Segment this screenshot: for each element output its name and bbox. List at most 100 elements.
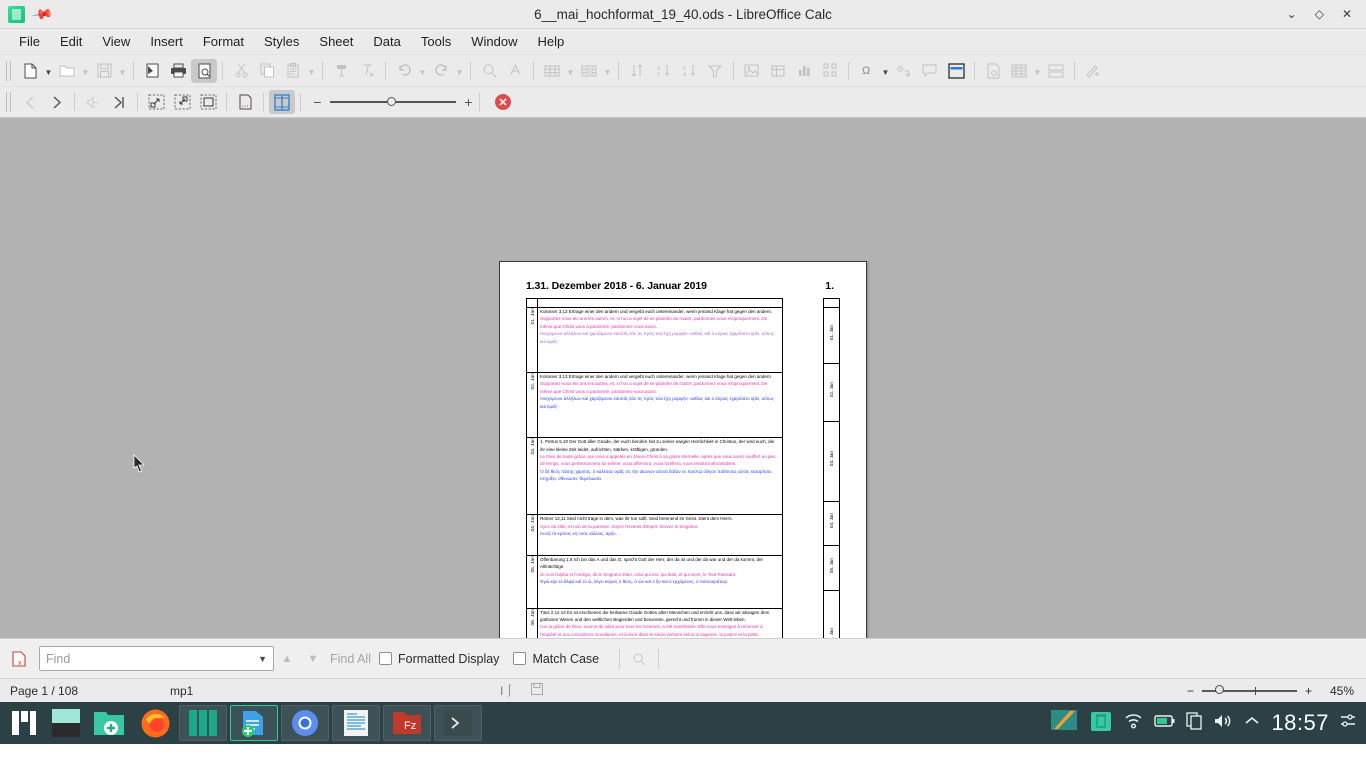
manjaro-settings-window[interactable] [179, 705, 227, 741]
status-zoom-in-button[interactable]: + [1305, 684, 1312, 698]
chromium-window[interactable] [281, 705, 329, 741]
preview-toolbar-grip[interactable] [6, 92, 11, 112]
document-window[interactable] [332, 705, 380, 741]
display-icon[interactable] [1050, 709, 1078, 738]
menu-styles[interactable]: Styles [254, 31, 309, 52]
insert-object-icon[interactable] [817, 59, 843, 83]
zoom-percentage[interactable]: 45% [1320, 684, 1354, 698]
single-page-preview-icon[interactable] [232, 90, 258, 114]
file-manager-icon[interactable] [87, 705, 131, 741]
text-selection-icon[interactable]: I⎰ [500, 682, 515, 699]
column-caret[interactable]: ▼ [602, 59, 613, 83]
search-input[interactable] [46, 652, 258, 666]
find-replace-icon[interactable] [476, 59, 502, 83]
close-preview-button[interactable]: ✕ [495, 94, 511, 110]
terminal-window[interactable] [434, 705, 482, 741]
find-and-replace-icon[interactable] [626, 647, 652, 671]
menu-data[interactable]: Data [363, 31, 410, 52]
redo-icon[interactable] [428, 59, 454, 83]
menu-help[interactable]: Help [527, 31, 574, 52]
match-case-checkbox[interactable] [513, 652, 526, 665]
open-folder-icon[interactable] [54, 59, 80, 83]
match-case-label[interactable]: Match Case [532, 652, 599, 666]
save-icon[interactable] [91, 59, 117, 83]
print-area-caret[interactable]: ▼ [1032, 59, 1043, 83]
print-icon[interactable] [165, 59, 191, 83]
manjaro-menu-icon[interactable] [3, 705, 45, 741]
redo-caret[interactable]: ▼ [454, 59, 465, 83]
insert-comment-icon[interactable] [917, 59, 943, 83]
menu-window[interactable]: Window [461, 31, 527, 52]
pin-icon[interactable]: 📌 [32, 3, 54, 24]
find-next-icon[interactable]: ▼ [300, 647, 326, 671]
paste-caret[interactable]: ▼ [306, 59, 317, 83]
copy-icon[interactable] [254, 59, 280, 83]
print-preview-icon[interactable] [191, 59, 217, 83]
filezilla-window[interactable]: Fz [383, 705, 431, 741]
menu-sheet[interactable]: Sheet [309, 31, 363, 52]
spelling-icon[interactable] [502, 59, 528, 83]
split-window-icon[interactable] [1043, 59, 1069, 83]
preview-zoom-out-button[interactable]: − [312, 94, 323, 110]
desktop-preview-icon[interactable] [48, 705, 84, 741]
status-zoom-out-button[interactable]: − [1187, 684, 1194, 698]
clipboard-icon[interactable] [1186, 712, 1202, 735]
close-findbar-icon[interactable]: x [7, 647, 31, 671]
menu-insert[interactable]: Insert [140, 31, 193, 52]
export-pdf-icon[interactable] [139, 59, 165, 83]
close-icon[interactable]: ✕ [1342, 7, 1352, 21]
insert-image-icon[interactable] [739, 59, 765, 83]
column-icon[interactable] [576, 59, 602, 83]
book-preview-icon[interactable] [269, 90, 295, 114]
battery-icon[interactable] [1154, 714, 1175, 733]
sort-za-icon[interactable]: za [676, 59, 702, 83]
undo-caret[interactable]: ▼ [417, 59, 428, 83]
autofilter-icon[interactable] [702, 59, 728, 83]
toolbar-grip[interactable] [6, 61, 11, 81]
menu-tools[interactable]: Tools [411, 31, 461, 52]
headers-footers-icon[interactable] [980, 59, 1006, 83]
previous-page-icon[interactable] [17, 90, 43, 114]
volume-icon[interactable] [1213, 713, 1233, 734]
show-hidden-icons-icon[interactable] [1244, 714, 1260, 732]
first-page-icon[interactable] [80, 90, 106, 114]
save-caret[interactable]: ▼ [117, 59, 128, 83]
minimize-icon[interactable]: ⌄ [1287, 7, 1297, 21]
paste-icon[interactable] [280, 59, 306, 83]
undo-icon[interactable] [391, 59, 417, 83]
last-page-icon[interactable] [106, 90, 132, 114]
status-zoom-knob[interactable] [1215, 685, 1224, 694]
zoom-in-icon[interactable] [143, 90, 169, 114]
insert-hyperlink-icon[interactable] [891, 59, 917, 83]
firefox-icon[interactable] [134, 705, 176, 741]
trash-icon[interactable] [1089, 709, 1113, 738]
menu-format[interactable]: Format [193, 31, 254, 52]
row-icon[interactable] [539, 59, 565, 83]
draw-functions-icon[interactable] [1080, 59, 1106, 83]
row-caret[interactable]: ▼ [565, 59, 576, 83]
sort-az-icon[interactable]: az [650, 59, 676, 83]
find-all-button[interactable]: Find All [330, 652, 371, 666]
document-modified-icon[interactable] [531, 683, 543, 698]
zoom-out-icon[interactable] [169, 90, 195, 114]
cut-icon[interactable] [228, 59, 254, 83]
find-previous-icon[interactable]: ▲ [274, 647, 300, 671]
wifi-icon[interactable] [1124, 713, 1143, 734]
freeze-rows-columns-icon[interactable] [943, 59, 969, 83]
menu-file[interactable]: File [9, 31, 50, 52]
special-character-caret[interactable]: ▼ [880, 59, 891, 83]
settings-sliders-icon[interactable] [1340, 713, 1356, 734]
sort-ascending-icon[interactable] [624, 59, 650, 83]
full-screen-icon[interactable] [195, 90, 221, 114]
preview-zoom-slider[interactable]: − + [312, 94, 474, 110]
preview-zoom-knob[interactable] [387, 97, 396, 106]
maximize-icon[interactable]: ◇ [1315, 7, 1324, 21]
libreoffice-calc-window[interactable] [230, 705, 278, 741]
menu-view[interactable]: View [92, 31, 140, 52]
open-folder-caret[interactable]: ▼ [80, 59, 91, 83]
pivot-table-icon[interactable] [765, 59, 791, 83]
status-zoom-track[interactable] [1202, 690, 1297, 692]
chevron-down-icon[interactable]: ▼ [258, 654, 267, 664]
clear-formatting-icon[interactable] [354, 59, 380, 83]
next-page-icon[interactable] [43, 90, 69, 114]
